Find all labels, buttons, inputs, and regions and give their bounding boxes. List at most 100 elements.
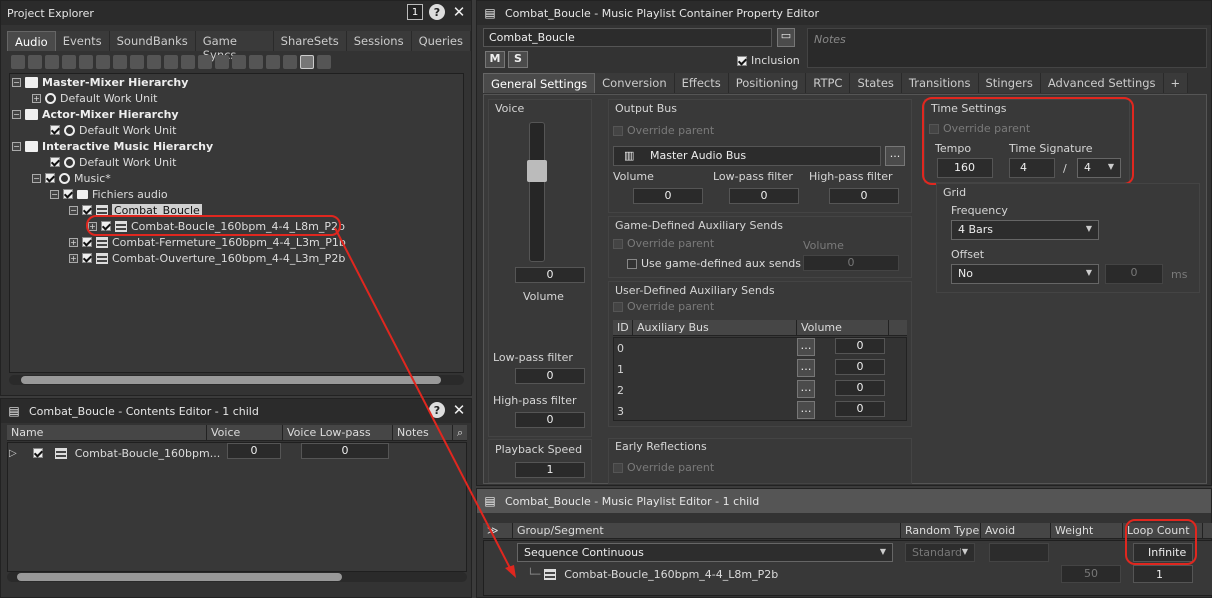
notes-field[interactable]: Notes: [807, 28, 1207, 68]
aux-browse-button[interactable]: …: [797, 359, 815, 377]
voice-hpf-field[interactable]: 0: [515, 412, 585, 428]
checkbox[interactable]: [50, 157, 60, 167]
expand-icon[interactable]: +: [69, 253, 78, 263]
aux-volume-field[interactable]: 0: [835, 359, 885, 375]
column-header-group-segment[interactable]: Group/Segment: [513, 523, 901, 538]
output-hpf-field[interactable]: 0: [829, 188, 899, 204]
tree-item[interactable]: + Default Work Unit: [32, 90, 157, 106]
scrollbar-thumb[interactable]: [17, 573, 342, 581]
override-checkbox[interactable]: [613, 238, 623, 249]
tab-audio[interactable]: Audio: [7, 31, 56, 51]
tab-soundbanks[interactable]: SoundBanks: [109, 31, 196, 51]
toolbar-icon[interactable]: [11, 55, 25, 69]
tree-item[interactable]: − Interactive Music Hierarchy: [12, 138, 213, 154]
collapse-all-icon[interactable]: ≫: [483, 523, 513, 538]
collapse-icon[interactable]: −: [12, 109, 21, 119]
expand-arrow-icon[interactable]: ▷: [9, 448, 17, 459]
segment-loop-count-field[interactable]: 1: [1133, 565, 1193, 583]
toolbar-icon[interactable]: [79, 55, 93, 69]
voice-volume-field[interactable]: 0: [227, 443, 281, 459]
tab-advanced-settings[interactable]: Advanced Settings: [1040, 73, 1164, 93]
aux-volume-field[interactable]: 0: [835, 380, 885, 396]
aux-browse-button[interactable]: …: [797, 401, 815, 419]
column-header-voice-lpf[interactable]: Voice Low-pass Filter: [283, 425, 393, 455]
checkbox[interactable]: [50, 125, 60, 135]
column-header-notes[interactable]: Notes: [393, 425, 453, 440]
object-name-field[interactable]: Combat_Boucle: [483, 28, 772, 47]
toolbar-icon[interactable]: [215, 55, 229, 69]
tab-stingers[interactable]: Stingers: [978, 73, 1041, 93]
tree-item[interactable]: Default Work Unit: [50, 122, 176, 138]
override-parent-toggle[interactable]: Override parent: [613, 300, 714, 313]
output-bus-browse-button[interactable]: ...: [885, 146, 905, 166]
tab-conversion[interactable]: Conversion: [595, 73, 675, 93]
help-icon[interactable]: ?: [429, 4, 445, 20]
pin-icon[interactable]: 1: [407, 4, 423, 20]
tab-queries[interactable]: Queries: [411, 31, 471, 51]
explorer-horizontal-scrollbar[interactable]: [9, 375, 464, 385]
voice-lpf-field[interactable]: 0: [515, 368, 585, 384]
column-header-random-type[interactable]: Random Type: [901, 523, 981, 538]
tree-item[interactable]: − Actor-Mixer Hierarchy: [12, 106, 179, 122]
use-game-aux-toggle[interactable]: Use game-defined aux sends: [627, 257, 801, 270]
toolbar-icon[interactable]: [164, 55, 178, 69]
aux-volume-field[interactable]: 0: [835, 338, 885, 354]
tab-states[interactable]: States: [850, 73, 902, 93]
use-game-aux-checkbox[interactable]: [627, 258, 637, 269]
tab-sharesets[interactable]: ShareSets: [273, 31, 347, 51]
column-header-weight[interactable]: Weight: [1051, 523, 1123, 538]
override-parent-toggle[interactable]: Override parent: [613, 461, 714, 474]
offset-value-field[interactable]: 0: [1105, 264, 1163, 284]
column-header-voice-volume[interactable]: Voice Volume: [207, 425, 283, 455]
toolbar-icon[interactable]: [130, 55, 144, 69]
game-aux-volume-field[interactable]: 0: [803, 255, 899, 271]
tab-add[interactable]: +: [1163, 73, 1189, 93]
expand-icon[interactable]: +: [32, 93, 41, 103]
tree-item[interactable]: + Combat-Fermeture_160bpm_4-4_L3m_P1b: [69, 234, 346, 250]
frequency-dropdown[interactable]: 4 Bars: [951, 220, 1099, 240]
group-type-dropdown[interactable]: Sequence Continuous: [517, 543, 893, 562]
checkbox[interactable]: [63, 189, 73, 199]
checkbox[interactable]: [82, 205, 92, 215]
output-bus-field[interactable]: ▥ Master Audio Bus: [613, 146, 881, 166]
tab-positioning[interactable]: Positioning: [728, 73, 807, 93]
output-volume-field[interactable]: 0: [633, 188, 703, 204]
random-type-dropdown[interactable]: Standard: [905, 543, 975, 562]
toolbar-icon[interactable]: [96, 55, 110, 69]
collapse-icon[interactable]: −: [32, 173, 41, 183]
offset-dropdown[interactable]: No: [951, 264, 1099, 284]
checkbox[interactable]: [82, 237, 92, 247]
aux-browse-button[interactable]: …: [797, 338, 815, 356]
voice-volume-field[interactable]: 0: [515, 267, 585, 283]
scrollbar-thumb[interactable]: [21, 376, 441, 384]
toolbar-icon[interactable]: [300, 55, 314, 69]
override-parent-toggle[interactable]: Override parent: [613, 237, 714, 250]
toolbar-icon[interactable]: [317, 55, 331, 69]
toolbar-icon[interactable]: [249, 55, 263, 69]
checkbox[interactable]: [32, 448, 43, 458]
column-header-name[interactable]: Name: [7, 425, 207, 440]
expand-icon[interactable]: +: [69, 237, 78, 247]
tree-item[interactable]: − Master-Mixer Hierarchy: [12, 74, 188, 90]
tree-item[interactable]: − Fichiers audio: [50, 186, 168, 202]
tab-events[interactable]: Events: [55, 31, 110, 51]
segment-weight-field[interactable]: 50: [1061, 565, 1121, 583]
tree-item[interactable]: Default Work Unit: [50, 154, 176, 170]
tab-game-syncs[interactable]: Game Syncs: [195, 31, 274, 62]
segment-row[interactable]: └─ Combat-Boucle_160bpm_4-4_L8m_P2b: [527, 566, 778, 582]
playback-speed-field[interactable]: 1: [515, 462, 585, 478]
solo-button[interactable]: S: [508, 51, 528, 68]
name-menu-button[interactable]: ▭: [777, 28, 795, 47]
avoid-repeat-field[interactable]: [989, 543, 1049, 562]
output-lpf-field[interactable]: 0: [729, 188, 799, 204]
table-row[interactable]: ▷ Combat-Boucle_160bpm...: [9, 445, 220, 461]
collapse-icon[interactable]: −: [69, 205, 78, 215]
toolbar-icon[interactable]: [147, 55, 161, 69]
collapse-icon[interactable]: −: [12, 141, 21, 151]
override-parent-toggle[interactable]: Override parent: [613, 124, 714, 137]
tab-effects[interactable]: Effects: [674, 73, 729, 93]
voice-lpf-field[interactable]: 0: [301, 443, 389, 459]
toolbar-icon[interactable]: [62, 55, 76, 69]
toolbar-icon[interactable]: [181, 55, 195, 69]
override-checkbox[interactable]: [613, 125, 623, 136]
